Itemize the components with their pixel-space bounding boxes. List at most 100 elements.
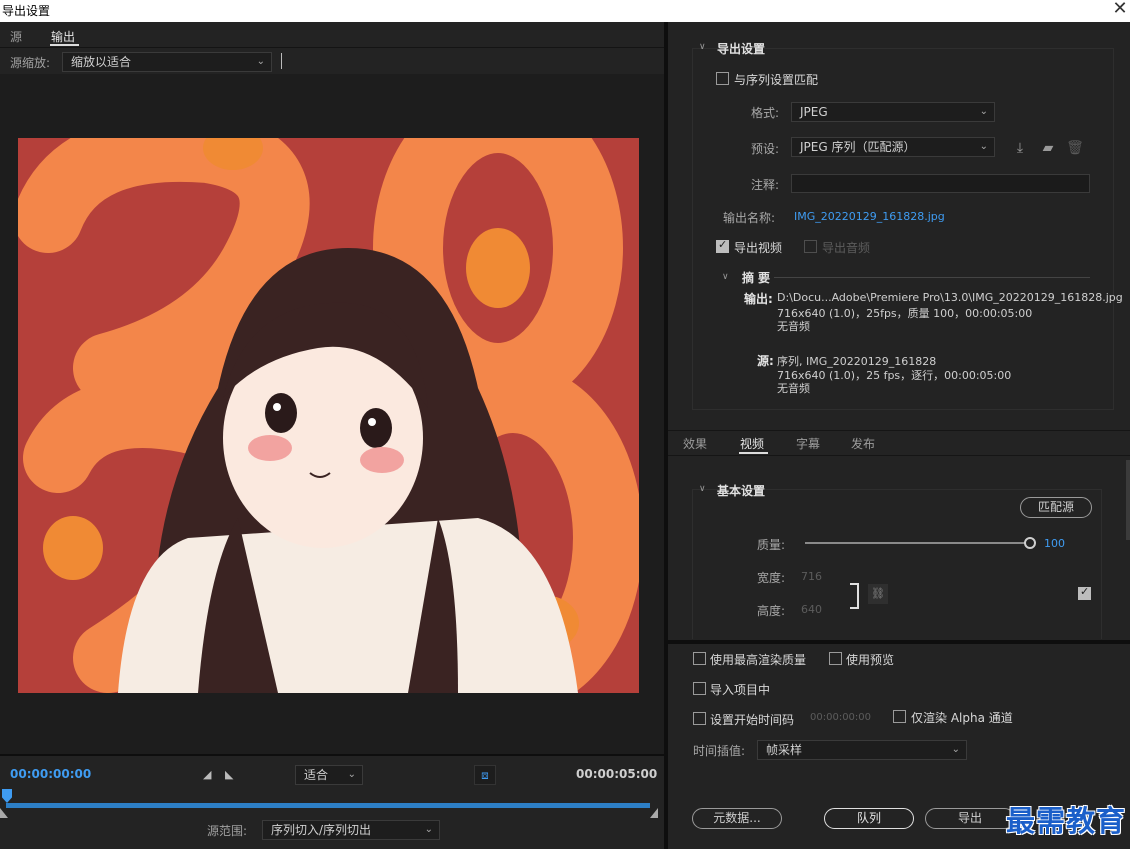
chevron-down-icon: ⌄ bbox=[424, 824, 433, 835]
set-start-timecode-label: 设置开始时间码 bbox=[710, 713, 795, 727]
match-sequence-checkbox[interactable] bbox=[716, 72, 729, 85]
delete-preset-icon[interactable]: 🗑 bbox=[1066, 139, 1084, 157]
width-value[interactable]: 716 bbox=[801, 570, 822, 583]
source-output-tabs bbox=[0, 22, 664, 47]
close-icon[interactable]: ✕ bbox=[1110, 0, 1130, 20]
width-label: 宽度: bbox=[757, 571, 786, 585]
use-preview-label: 使用预览 bbox=[846, 653, 895, 667]
zoom-fit-select[interactable]: 适合 ⌄ bbox=[295, 765, 363, 785]
export-audio-label: 导出音频 bbox=[822, 241, 871, 255]
chevron-down-icon[interactable]: ∨ bbox=[722, 272, 729, 282]
zoom-fit-value: 适合 bbox=[304, 768, 329, 782]
tab-active-underline bbox=[50, 44, 79, 46]
export-video-checkbox[interactable] bbox=[716, 238, 729, 253]
preset-value: JPEG 序列（匹配源） bbox=[800, 140, 916, 154]
start-timecode-value[interactable]: 00:00:00:00 bbox=[810, 712, 871, 723]
crop-caret bbox=[281, 53, 282, 69]
tab-captions[interactable]: 字幕 bbox=[796, 435, 820, 452]
quality-slider[interactable] bbox=[805, 542, 1030, 544]
set-out-point-icon[interactable]: ◣ bbox=[225, 768, 237, 781]
height-value[interactable]: 640 bbox=[801, 603, 822, 616]
use-preview-checkbox[interactable] bbox=[829, 652, 842, 665]
link-icon[interactable]: ⛓ bbox=[868, 584, 888, 604]
tab-source[interactable]: 源 bbox=[10, 28, 22, 45]
source-scale-label: 源缩放: bbox=[10, 56, 51, 70]
render-alpha-only-checkbox[interactable] bbox=[893, 710, 906, 723]
chevron-down-icon: ⌄ bbox=[256, 56, 265, 67]
format-select[interactable]: JPEG ⌄ bbox=[791, 102, 995, 122]
summary-title: 摘要 bbox=[742, 271, 775, 285]
queue-button[interactable]: 队列 bbox=[824, 808, 914, 829]
save-preset-icon[interactable]: ⤓ bbox=[1011, 139, 1029, 157]
duration-display: 00:00:05:00 bbox=[576, 767, 658, 781]
dimension-link-bracket bbox=[850, 583, 859, 609]
set-start-timecode-checkbox[interactable] bbox=[693, 712, 706, 725]
output-name-label: 输出名称: bbox=[723, 211, 776, 225]
quality-value[interactable]: 100 bbox=[1044, 537, 1065, 550]
chevron-down-icon: ⌄ bbox=[951, 744, 960, 755]
summary-output-specs: 716x640 (1.0)，25fps，质量 100，00:00:05:00 bbox=[777, 307, 1033, 320]
scrollbar-thumb[interactable] bbox=[1126, 460, 1130, 540]
timeline-track[interactable] bbox=[6, 803, 650, 808]
summary-output-audio: 无音频 bbox=[777, 320, 810, 333]
chevron-down-icon[interactable]: ∨ bbox=[699, 484, 706, 494]
source-scale-select[interactable]: 缩放以适合 ⌄ bbox=[62, 52, 272, 72]
summary-source-specs: 716x640 (1.0)，25 fps，逐行，00:00:05:00 bbox=[777, 369, 1012, 382]
max-render-quality-label: 使用最高渲染质量 bbox=[710, 653, 807, 667]
output-name-link[interactable]: IMG_20220129_161828.jpg bbox=[794, 210, 945, 223]
chevron-down-icon: ⌄ bbox=[347, 769, 356, 780]
set-in-point-icon[interactable]: ◢ bbox=[203, 768, 215, 781]
tab-effects[interactable]: 效果 bbox=[683, 435, 707, 452]
source-range-select[interactable]: 序列切入/序列切出 ⌄ bbox=[262, 820, 440, 840]
preset-label: 预设: bbox=[751, 142, 780, 156]
tab-active-underline bbox=[739, 452, 768, 454]
quality-label: 质量: bbox=[757, 538, 786, 552]
export-video-label: 导出视频 bbox=[734, 241, 783, 255]
summary-source-audio: 无音频 bbox=[777, 382, 810, 395]
source-range-label: 源范围: bbox=[207, 824, 248, 838]
title-bar bbox=[0, 0, 1130, 22]
quality-slider-thumb[interactable] bbox=[1024, 537, 1036, 549]
chevron-down-icon[interactable]: ∨ bbox=[699, 42, 706, 52]
comment-label: 注释: bbox=[751, 178, 780, 192]
render-alpha-only-label: 仅渲染 Alpha 通道 bbox=[911, 711, 1013, 725]
format-label: 格式: bbox=[751, 106, 780, 120]
match-source-button[interactable]: 匹配源 bbox=[1020, 497, 1092, 518]
aspect-correction-icon[interactable]: ⧈ bbox=[474, 765, 496, 785]
settings-tabs bbox=[668, 430, 1130, 454]
preset-select[interactable]: JPEG 序列（匹配源） ⌄ bbox=[791, 137, 995, 157]
height-label: 高度: bbox=[757, 604, 786, 618]
source-range-value: 序列切入/序列切出 bbox=[271, 823, 372, 837]
tab-video[interactable]: 视频 bbox=[740, 435, 764, 452]
summary-source-label: 源: bbox=[757, 354, 774, 368]
format-value: JPEG bbox=[800, 105, 828, 119]
metadata-button[interactable]: 元数据... bbox=[692, 808, 782, 829]
import-preset-icon[interactable]: ▰ bbox=[1039, 139, 1057, 157]
chevron-down-icon: ⌄ bbox=[979, 141, 988, 152]
divider bbox=[0, 47, 664, 48]
time-interpolation-select[interactable]: 帧采样 ⌄ bbox=[757, 740, 967, 760]
summary-output-path: D:\Docu...Adobe\Premiere Pro\13.0\IMG_20… bbox=[777, 291, 1123, 304]
divider bbox=[668, 455, 1130, 456]
time-interpolation-label: 时间插值: bbox=[693, 744, 746, 758]
preview-image bbox=[18, 138, 639, 693]
tab-output[interactable]: 输出 bbox=[51, 28, 75, 45]
tab-publish[interactable]: 发布 bbox=[851, 435, 875, 452]
import-into-project-label: 导入项目中 bbox=[710, 683, 771, 697]
comment-input[interactable] bbox=[791, 174, 1090, 193]
import-into-project-checkbox[interactable] bbox=[693, 682, 706, 695]
watermark: 最需教育 bbox=[1006, 804, 1127, 838]
summary-output-label: 输出: bbox=[744, 292, 773, 306]
export-button[interactable]: 导出 bbox=[925, 808, 1015, 829]
window-title: 导出设置 bbox=[2, 4, 51, 18]
summary-rule bbox=[774, 277, 1090, 278]
export-audio-checkbox[interactable] bbox=[804, 240, 817, 253]
match-sequence-label: 与序列设置匹配 bbox=[734, 73, 819, 87]
source-scale-value: 缩放以适合 bbox=[71, 55, 132, 69]
panel-divider[interactable] bbox=[668, 640, 1130, 644]
basic-settings-title: 基本设置 bbox=[717, 484, 766, 498]
export-settings-title: 导出设置 bbox=[717, 42, 766, 56]
current-time-display[interactable]: 00:00:00:00 bbox=[10, 767, 91, 781]
match-source-dimension-checkbox[interactable] bbox=[1078, 585, 1091, 600]
max-render-quality-checkbox[interactable] bbox=[693, 652, 706, 665]
